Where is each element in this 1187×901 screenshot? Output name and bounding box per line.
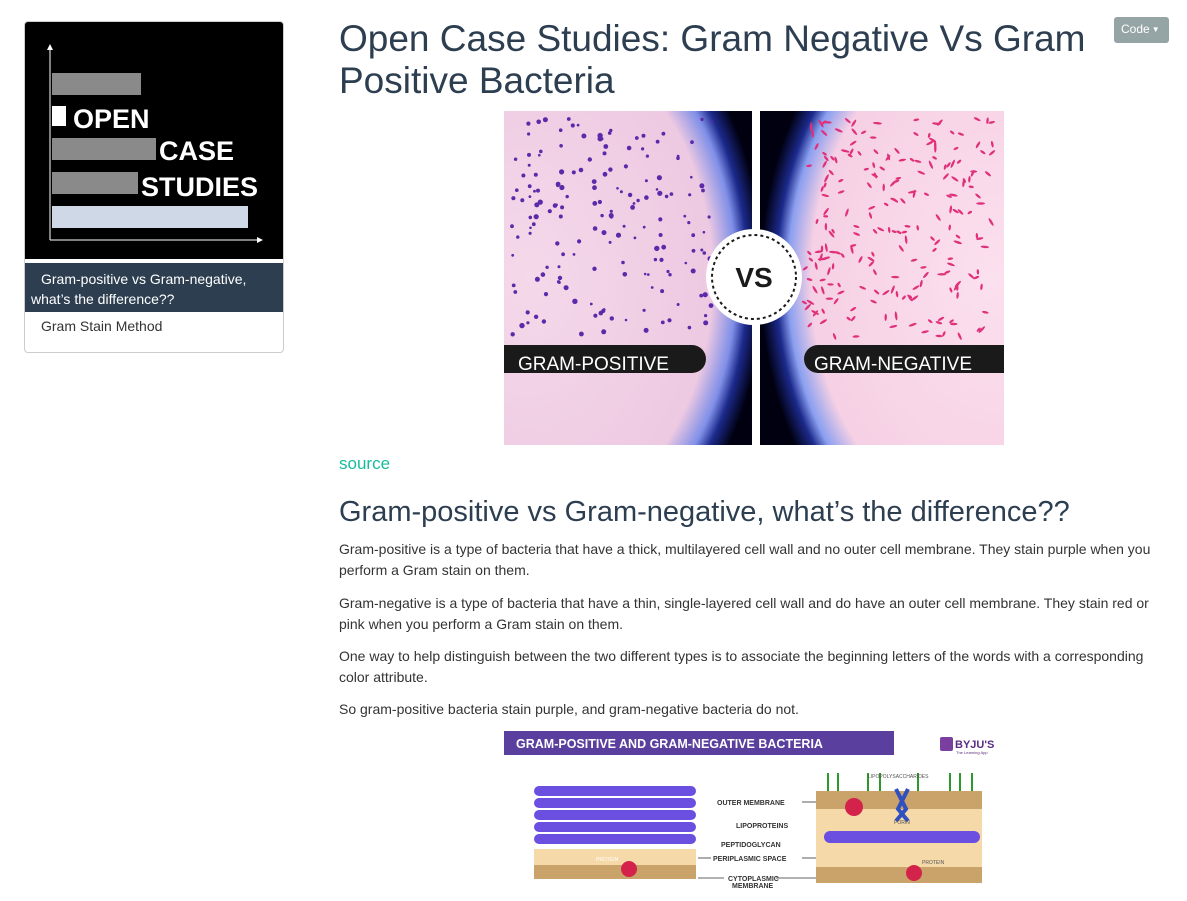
svg-text:PROTEIN: PROTEIN xyxy=(922,860,945,866)
caret-down-icon: ▼ xyxy=(1151,25,1160,35)
svg-text:CASE: CASE xyxy=(159,136,234,166)
toc-item-label-line2: what’s the difference?? xyxy=(31,291,175,307)
svg-text:OUTER MEMBRANE: OUTER MEMBRANE xyxy=(717,800,785,807)
code-dropdown-button[interactable]: Code ▼ xyxy=(1114,17,1169,43)
section-heading: Gram-positive vs Gram-negative, what’s t… xyxy=(339,496,1070,528)
page-title: Open Case Studies: Gram Negative Vs Gram… xyxy=(339,18,1086,101)
svg-text:PROTEIN: PROTEIN xyxy=(596,857,619,863)
cell-wall-diagram: GRAM-POSITIVE AND GRAM-NEGATIVE BACTERIA… xyxy=(504,731,994,890)
paragraph-gram-negative: Gram-negative is a type of bacteria that… xyxy=(339,595,1149,632)
svg-text:GRAM-POSITIVE: GRAM-POSITIVE xyxy=(518,354,669,375)
svg-text:CYTOPLASMIC: CYTOPLASMIC xyxy=(728,876,779,883)
svg-text:STUDIES: STUDIES xyxy=(141,172,258,202)
toc-item-label-line1: Gram-positive vs Gram-negative, xyxy=(41,271,247,287)
svg-text:PEPTIDOGLYCAN: PEPTIDOGLYCAN xyxy=(721,842,781,849)
table-of-contents: OPEN CASE STUDIES Gram-positive vs Gram-… xyxy=(24,21,284,353)
svg-text:GRAM-POSITIVE AND GRAM-NEGATIV: GRAM-POSITIVE AND GRAM-NEGATIVE BACTERIA xyxy=(516,737,823,751)
paragraph-gram-positive: Gram-positive is a type of bacteria that… xyxy=(339,541,1151,578)
svg-text:PERIPLASMIC SPACE: PERIPLASMIC SPACE xyxy=(713,856,787,863)
paragraph-summary: So gram-positive bacteria stain purple, … xyxy=(339,701,799,717)
svg-text:LIPOPOLYSACCHARIDES: LIPOPOLYSACCHARIDES xyxy=(868,774,929,780)
svg-text:MEMBRANE: MEMBRANE xyxy=(732,883,774,890)
open-case-studies-logo: OPEN CASE STUDIES xyxy=(25,22,283,259)
toc-item-gram-stain-method[interactable]: Gram Stain Method xyxy=(41,318,162,334)
svg-text:VS: VS xyxy=(735,262,772,293)
toc-item-gram-positive-vs-negative[interactable]: Gram-positive vs Gram-negative, what’s t… xyxy=(25,263,283,312)
code-button-label: Code xyxy=(1121,22,1150,36)
paragraph-mnemonic: One way to help distinguish between the … xyxy=(339,648,1144,685)
source-link[interactable]: source xyxy=(339,454,390,474)
svg-text:OPEN: OPEN xyxy=(73,104,150,134)
gram-stain-comparison-image: VS GRAM-POSITIVE GRAM-NEGATIVE xyxy=(504,111,1004,445)
svg-text:The Learning App: The Learning App xyxy=(956,750,988,755)
svg-text:PORIN: PORIN xyxy=(894,820,910,826)
svg-text:GRAM-NEGATIVE: GRAM-NEGATIVE xyxy=(814,354,972,375)
svg-text:LIPOPROTEINS: LIPOPROTEINS xyxy=(736,823,788,830)
